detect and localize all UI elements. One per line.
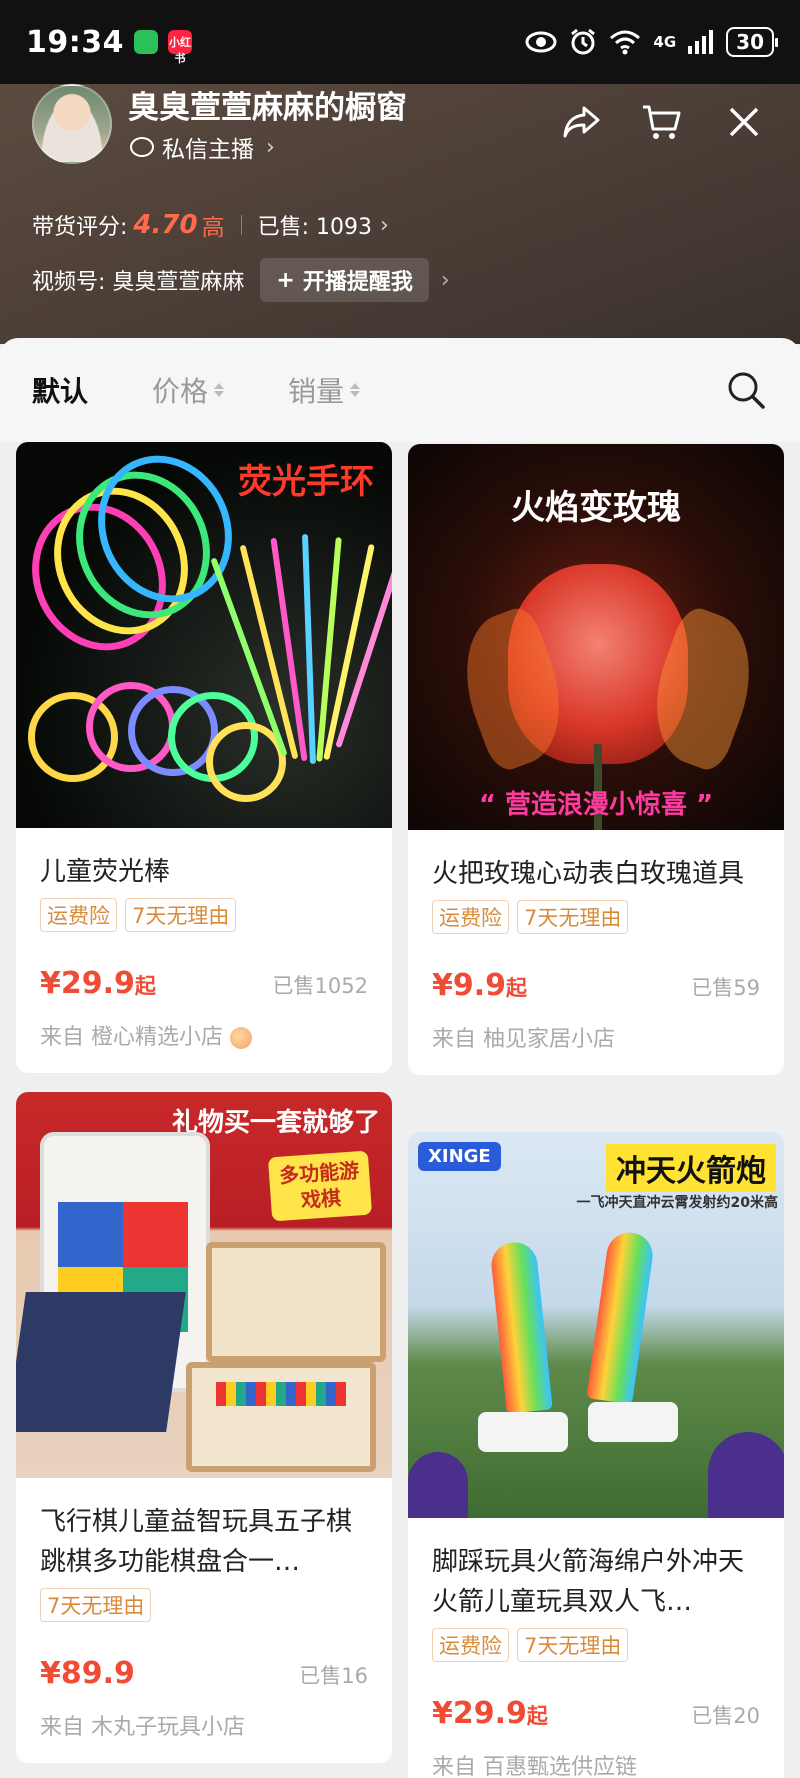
sold-count: 已售16 [299, 1664, 368, 1688]
chat-bubble-icon [130, 137, 154, 157]
rating-label: 带货评分: [32, 215, 128, 240]
seven-day-return-tag: 7天无理由 [125, 898, 237, 932]
peach-icon [230, 1027, 252, 1049]
chevron-right-icon: › [266, 134, 275, 160]
status-time: 19:34 [26, 24, 124, 60]
sort-default[interactable]: 默认 [32, 370, 88, 410]
product-image[interactable]: 礼物买一套就够了 多功能游戏棋 [16, 1092, 392, 1478]
product-price: ¥29.9起 [432, 1696, 548, 1731]
shipping-insurance-tag: 运费险 [40, 898, 117, 932]
product-card[interactable]: 礼物买一套就够了 多功能游戏棋 飞行棋儿童益智玩具五子棋跳棋多功能棋盘合一… 7… [16, 1092, 392, 1763]
product-image[interactable]: 荧光手环 [16, 442, 392, 828]
image-badge: 多功能游戏棋 [267, 1150, 373, 1222]
seven-day-return-tag: 7天无理由 [517, 900, 629, 934]
product-card[interactable]: XINGE 冲天火箭炮 一飞冲天直冲云霄发射约20米高 脚踩玩具火箭海绵户外冲天… [408, 1132, 784, 1778]
product-image[interactable]: XINGE 冲天火箭炮 一飞冲天直冲云霄发射约20米高 [408, 1132, 784, 1518]
store-source[interactable]: 来自 百惠甄选供应链 [432, 1749, 760, 1778]
product-title[interactable]: 脚踩玩具火箭海绵户外冲天火箭儿童玩具双人飞… [432, 1542, 760, 1622]
sort-price[interactable]: 价格 [152, 370, 225, 410]
sort-sales-label: 销量 [288, 375, 345, 408]
shop-name: 臭臭萱萱麻麻的橱窗 [128, 90, 407, 126]
shipping-insurance-tag: 运费险 [432, 900, 509, 934]
plus-icon: + [276, 267, 295, 293]
private-message-link[interactable]: 私信主播 › [130, 130, 275, 164]
avatar[interactable] [32, 84, 112, 164]
xiaohongshu-icon: 小红书 [168, 30, 192, 65]
product-image[interactable]: 火焰变玫瑰 “ 营造浪漫小惊喜 ” [408, 444, 784, 830]
cart-icon[interactable] [640, 100, 684, 144]
video-account-row: 视频号: 臭臭萱萱麻麻 + 开播提醒我 › [32, 258, 450, 302]
chevron-right-icon[interactable]: › [441, 268, 450, 293]
network-type: 4G [653, 32, 677, 51]
product-card[interactable]: 荧光手环 儿童荧光棒 运费险 7天无理由 ¥29.9起 已售1052 来自 橙心… [16, 442, 392, 1073]
rating-score: 4.70 [133, 210, 198, 240]
image-subcaption: 一飞冲天直冲云霄发射约20米高 [576, 1195, 778, 1211]
image-caption: 火焰变玫瑰 [511, 488, 681, 528]
rating-row[interactable]: 带货评分: 4.70 高 已售: 1093 › [32, 208, 389, 242]
private-message-label: 私信主播 [162, 137, 254, 163]
product-price: ¥9.9起 [432, 968, 528, 1003]
alarm-icon [571, 28, 596, 55]
live-reminder-label: 开播提醒我 [302, 270, 413, 295]
brand-logo: XINGE [418, 1142, 501, 1171]
wifi-icon [610, 30, 641, 55]
live-reminder-button[interactable]: + 开播提醒我 [260, 258, 429, 302]
sort-price-label: 价格 [152, 375, 209, 408]
sold-count: 已售59 [691, 976, 760, 1000]
sold-count: 已售1052 [272, 974, 368, 998]
store-source[interactable]: 来自 柚见家居小店 [432, 1021, 760, 1075]
product-card[interactable]: 火焰变玫瑰 “ 营造浪漫小惊喜 ” 火把玫瑰心动表白玫瑰道具 运费险 7天无理由… [408, 444, 784, 1075]
battery-indicator: 30 [726, 27, 778, 57]
seven-day-return-tag: 7天无理由 [40, 1588, 152, 1622]
share-icon[interactable] [560, 100, 604, 144]
sort-sales[interactable]: 销量 [288, 370, 361, 410]
store-source[interactable]: 来自 橙心精选小店 [40, 1019, 368, 1073]
video-account-label: 视频号: 臭臭萱萱麻麻 [32, 270, 245, 295]
sold-count: 已售20 [691, 1704, 760, 1728]
sort-arrows-icon [214, 383, 225, 397]
rating-grade: 高 [201, 215, 225, 241]
seven-day-return-tag: 7天无理由 [517, 1628, 629, 1662]
sort-bar: 默认 价格 销量 [0, 338, 800, 442]
product-title[interactable]: 儿童荧光棒 [40, 852, 368, 892]
image-caption: 荧光手环 [238, 462, 374, 502]
store-source[interactable]: 来自 木丸子玩具小店 [40, 1709, 368, 1763]
status-bar: 19:34 小红书 4G 30 [0, 0, 800, 84]
product-title[interactable]: 飞行棋儿童益智玩具五子棋跳棋多功能棋盘合一… [40, 1502, 368, 1582]
product-title[interactable]: 火把玫瑰心动表白玫瑰道具 [432, 854, 760, 894]
divider [240, 215, 242, 235]
sort-arrows-icon [350, 383, 361, 397]
image-caption: 冲天火箭炮 [606, 1144, 776, 1192]
signal-icon [688, 30, 714, 54]
eye-icon [525, 31, 557, 53]
wechat-icon [134, 30, 158, 54]
product-price: ¥89.9 [40, 1656, 135, 1691]
total-sold: 已售: 1093 [257, 215, 372, 240]
shipping-insurance-tag: 运费险 [432, 1628, 509, 1662]
product-price: ¥29.9起 [40, 966, 156, 1001]
shop-header: 臭臭萱萱麻麻的橱窗 私信主播 › 带货评分: 4.70 高 已售: 1093 ›… [0, 84, 800, 344]
close-icon[interactable] [722, 100, 766, 144]
search-icon[interactable] [724, 368, 768, 412]
image-subcaption: “ 营造浪漫小惊喜 ” [478, 790, 714, 820]
chevron-right-icon: › [379, 212, 389, 238]
